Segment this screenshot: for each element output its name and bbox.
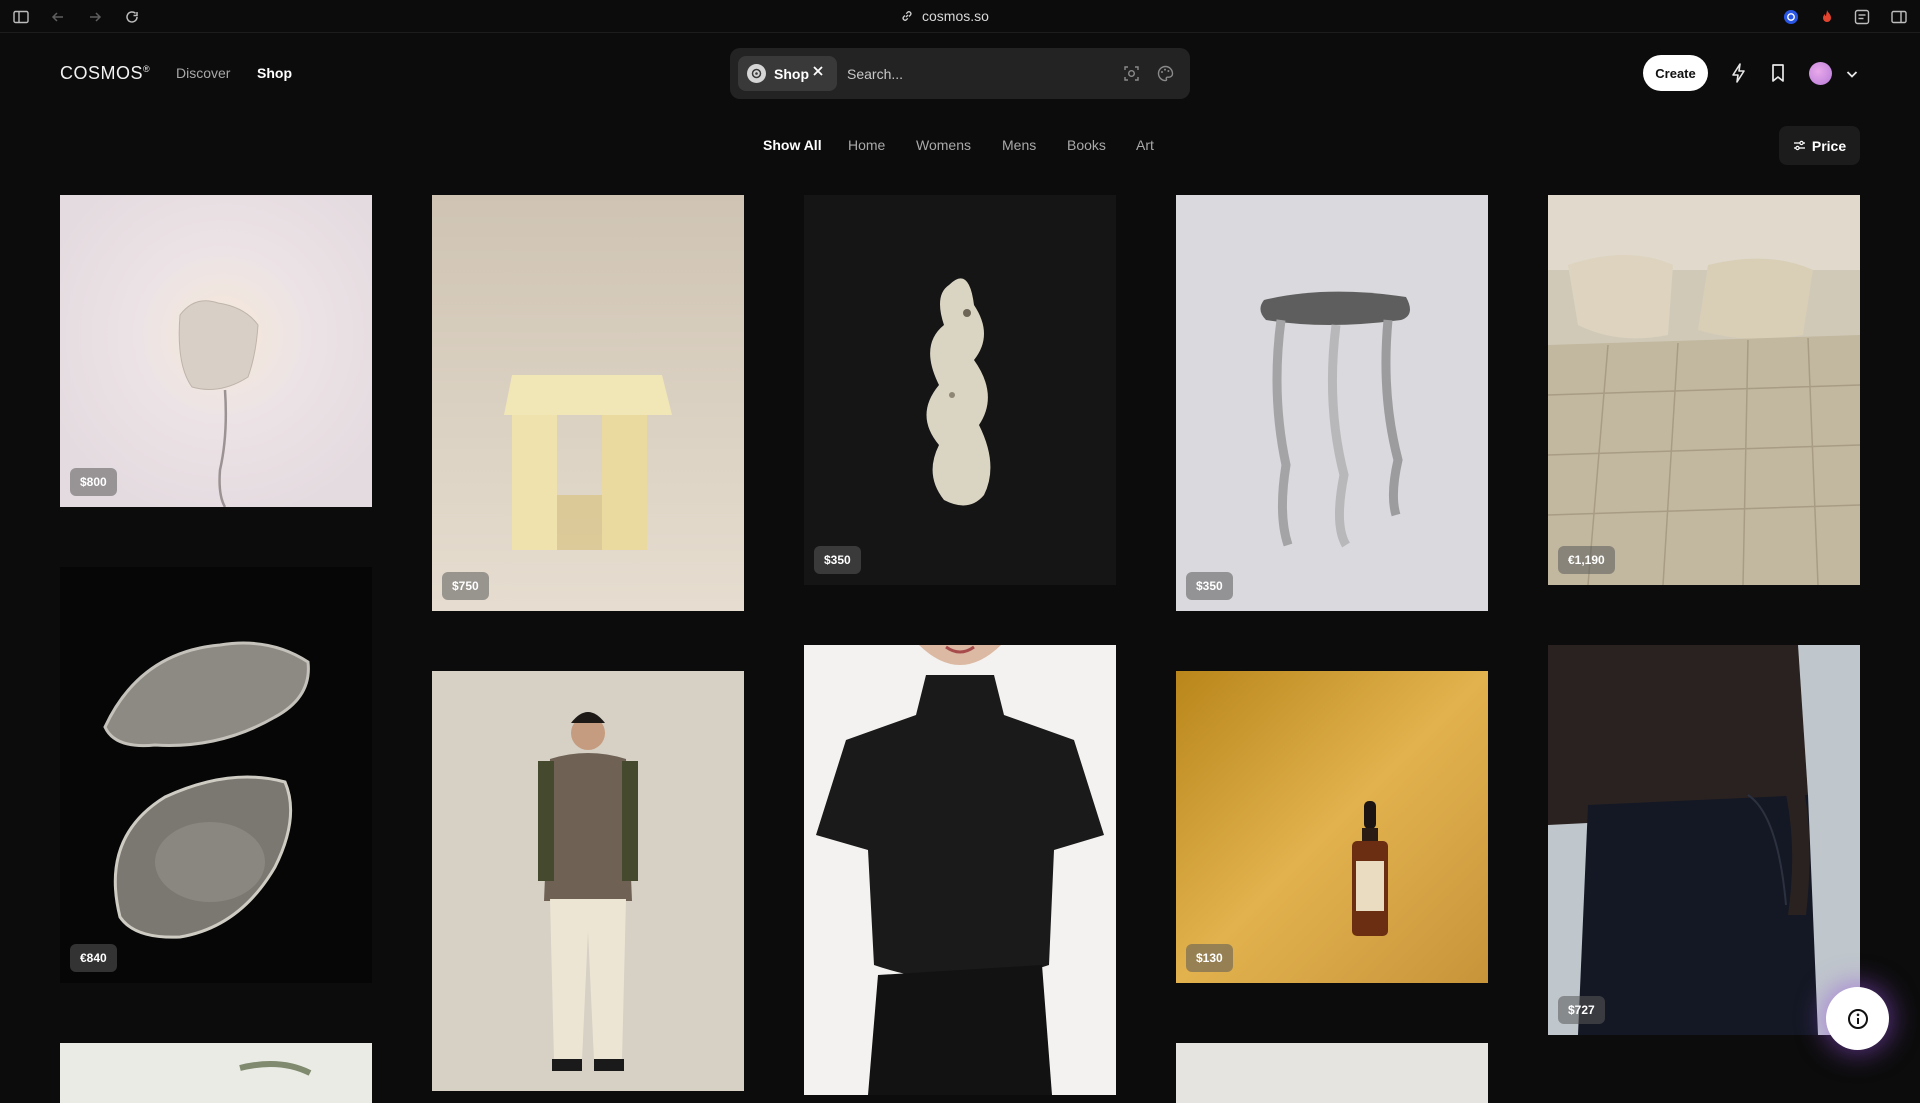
price-badge: $350 <box>1186 572 1233 600</box>
cosmos-logo[interactable]: COSMOS® <box>60 63 150 84</box>
address-bar[interactable]: cosmos.so <box>900 8 989 24</box>
split-view-icon[interactable] <box>1890 8 1908 26</box>
close-icon[interactable] <box>812 65 824 77</box>
chevron-down-icon[interactable] <box>1844 66 1860 82</box>
extension-flame-icon[interactable] <box>1818 8 1836 26</box>
oyster-shells-image <box>60 567 372 983</box>
sliders-icon <box>1793 140 1805 151</box>
back-arrow-icon[interactable] <box>49 8 67 26</box>
sidebar-toggle-icon[interactable] <box>12 8 30 26</box>
bookmark-icon[interactable] <box>1767 62 1789 84</box>
product-card[interactable]: $350 <box>1176 195 1488 611</box>
tab-books[interactable]: Books <box>1067 137 1106 153</box>
tab-show-all[interactable]: Show All <box>763 137 822 153</box>
site-header: COSMOS® Discover Shop Shop Create <box>0 33 1920 113</box>
price-badge: $727 <box>1558 996 1605 1024</box>
search-bar: Shop <box>730 48 1190 99</box>
tab-home[interactable]: Home <box>848 137 885 153</box>
product-card[interactable]: $750 <box>432 195 744 611</box>
price-badge: $800 <box>70 468 117 496</box>
price-filter-button[interactable]: Price <box>1779 126 1860 165</box>
visual-search-icon[interactable] <box>1122 64 1141 83</box>
serum-bottle-image <box>1176 671 1488 983</box>
shop-chip-label: Shop <box>774 65 809 82</box>
product-card[interactable]: $350 <box>804 195 1116 585</box>
link-icon <box>902 11 912 21</box>
knit-top-image <box>804 645 1116 1095</box>
nav-shop[interactable]: Shop <box>257 65 292 81</box>
price-badge: €1,190 <box>1558 546 1615 574</box>
browser-toolbar: cosmos.so <box>0 0 1920 33</box>
menswear-model-image <box>432 671 744 1091</box>
price-filter-label: Price <box>1811 137 1847 154</box>
product-card[interactable]: €1,190 <box>1548 195 1860 585</box>
price-badge: $350 <box>814 546 861 574</box>
product-card[interactable] <box>804 645 1116 1095</box>
extension-shield-icon[interactable] <box>1782 8 1800 26</box>
product-card[interactable]: $130 <box>1176 671 1488 983</box>
price-badge: €840 <box>70 944 117 972</box>
product-card[interactable] <box>1176 1043 1488 1103</box>
info-button[interactable] <box>1826 987 1889 1050</box>
price-badge: $130 <box>1186 944 1233 972</box>
resin-stool-image <box>432 195 744 611</box>
forward-arrow-icon[interactable] <box>86 8 104 26</box>
linen-bedding-image <box>1548 195 1860 585</box>
color-palette-icon[interactable] <box>1156 64 1175 83</box>
plant-image <box>60 1043 372 1103</box>
product-card[interactable] <box>60 1043 372 1103</box>
reload-icon[interactable] <box>123 8 141 26</box>
tab-art[interactable]: Art <box>1136 137 1154 153</box>
metal-side-table-image <box>1176 195 1488 611</box>
url-text: cosmos.so <box>922 8 989 24</box>
product-card[interactable]: $800 <box>60 195 372 507</box>
info-icon <box>1847 1008 1868 1029</box>
shop-chip-icon <box>747 64 766 83</box>
tab-womens[interactable]: Womens <box>916 137 971 153</box>
price-badge: $750 <box>442 572 489 600</box>
menswear-trousers-image <box>1548 645 1860 1035</box>
ceramic-sculpture-image <box>804 195 1116 585</box>
reader-icon[interactable] <box>1853 8 1871 26</box>
product-card[interactable]: €840 <box>60 567 372 983</box>
avatar[interactable] <box>1809 62 1832 85</box>
wall-lamp-image <box>60 195 372 507</box>
search-input[interactable] <box>847 61 1107 86</box>
nav-discover[interactable]: Discover <box>176 65 230 81</box>
product-card[interactable]: $727 <box>1548 645 1860 1035</box>
lightning-icon[interactable] <box>1728 62 1750 84</box>
product-card[interactable] <box>432 671 744 1091</box>
create-button[interactable]: Create <box>1643 55 1708 91</box>
tab-mens[interactable]: Mens <box>1002 137 1036 153</box>
product-image <box>1176 1043 1488 1103</box>
